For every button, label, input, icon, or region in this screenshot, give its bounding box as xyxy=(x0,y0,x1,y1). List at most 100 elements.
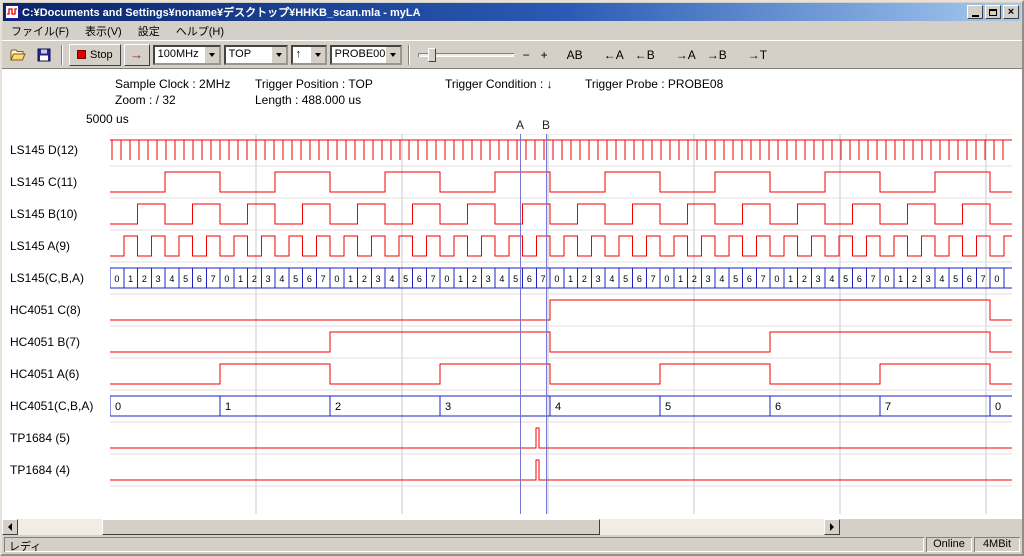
zoom-out-button[interactable]: − xyxy=(519,44,534,66)
minimize-button[interactable] xyxy=(967,5,983,19)
channel-label: LS145 B(10) xyxy=(10,207,77,221)
goto-trigger-button[interactable]: →T xyxy=(744,44,771,66)
channel-label: LS145 C(11) xyxy=(10,175,77,189)
channel-label: TP1684 (4) xyxy=(10,463,70,477)
svg-text:2: 2 xyxy=(335,401,341,413)
sample-clock-value: 100MHz xyxy=(155,47,204,63)
svg-text:5: 5 xyxy=(623,274,628,284)
menu-help[interactable]: ヘルプ(H) xyxy=(168,21,232,41)
dropdown-button[interactable] xyxy=(385,47,400,63)
minimize-icon xyxy=(972,15,979,17)
dropdown-button[interactable] xyxy=(310,47,325,63)
scrollbar-thumb[interactable] xyxy=(102,519,600,535)
stop-label: Stop xyxy=(90,49,113,61)
sample-clock-select[interactable]: 100MHz xyxy=(153,45,221,65)
goto-cursor-b-button[interactable]: ←B xyxy=(631,44,659,66)
channel-label: LS145 A(9) xyxy=(10,239,70,253)
svg-text:4: 4 xyxy=(829,274,834,284)
svg-text:0: 0 xyxy=(114,274,119,284)
svg-text:4: 4 xyxy=(279,274,284,284)
svg-text:7: 7 xyxy=(651,274,656,284)
horizontal-scrollbar[interactable] xyxy=(2,519,840,535)
svg-text:3: 3 xyxy=(445,401,451,413)
svg-text:0: 0 xyxy=(334,274,339,284)
menu-file[interactable]: ファイル(F) xyxy=(3,21,77,41)
svg-text:3: 3 xyxy=(816,274,821,284)
app-window: C:¥Documents and Settings¥noname¥デスクトップ¥… xyxy=(0,0,1024,556)
status-memory: 4MBit xyxy=(974,537,1020,552)
scroll-right-button[interactable] xyxy=(824,519,840,535)
chevron-down-icon xyxy=(276,53,282,60)
cursor-ab-button[interactable]: AB xyxy=(563,44,587,66)
svg-text:0: 0 xyxy=(224,274,229,284)
svg-text:4: 4 xyxy=(169,274,174,284)
svg-text:6: 6 xyxy=(307,274,312,284)
move-cursor-b-button[interactable]: →B xyxy=(703,44,731,66)
svg-text:2: 2 xyxy=(142,274,147,284)
move-cursor-a-button[interactable]: →A xyxy=(672,44,700,66)
channel-label: HC4051(C,B,A) xyxy=(10,399,93,413)
svg-text:1: 1 xyxy=(238,274,243,284)
close-icon: × xyxy=(1008,7,1014,18)
waveform-display[interactable]: 0123456701234567012345670123456701234567… xyxy=(110,134,1012,514)
floppy-disk-icon xyxy=(36,47,52,63)
svg-text:1: 1 xyxy=(678,274,683,284)
menu-settings[interactable]: 設定 xyxy=(130,21,168,41)
svg-text:3: 3 xyxy=(926,274,931,284)
svg-text:2: 2 xyxy=(362,274,367,284)
svg-text:6: 6 xyxy=(527,274,532,284)
cursor-a-line[interactable] xyxy=(520,134,521,514)
time-division-label: 5000 us xyxy=(86,112,129,126)
svg-text:5: 5 xyxy=(293,274,298,284)
titlebar[interactable]: C:¥Documents and Settings¥noname¥デスクトップ¥… xyxy=(3,3,1021,21)
zoom-slider[interactable] xyxy=(416,44,516,66)
svg-text:1: 1 xyxy=(225,401,231,413)
svg-text:7: 7 xyxy=(761,274,766,284)
dropdown-button[interactable] xyxy=(204,47,219,63)
dropdown-button[interactable] xyxy=(271,47,286,63)
folder-open-icon xyxy=(10,47,26,63)
status-online: Online xyxy=(926,537,972,552)
cursor-b-line[interactable] xyxy=(546,134,547,514)
slider-thumb[interactable] xyxy=(428,48,436,62)
run-button[interactable]: → xyxy=(124,44,150,66)
arrow-left-icon xyxy=(8,523,12,531)
trigger-edge-value: ↑ xyxy=(293,47,310,63)
trigger-edge-select[interactable]: ↑ xyxy=(291,45,327,65)
zoom-in-button[interactable]: + xyxy=(537,44,552,66)
svg-text:7: 7 xyxy=(871,274,876,284)
svg-text:1: 1 xyxy=(898,274,903,284)
menubar: ファイル(F) 表示(V) 設定 ヘルプ(H) xyxy=(2,21,1022,40)
svg-text:6: 6 xyxy=(197,274,202,284)
goto-cursor-a-button[interactable]: ←A xyxy=(600,44,628,66)
length-info: Length : 488.000 us xyxy=(255,93,361,107)
maximize-icon xyxy=(989,9,997,16)
open-file-button[interactable] xyxy=(6,44,29,66)
svg-text:2: 2 xyxy=(692,274,697,284)
close-button[interactable]: × xyxy=(1003,5,1019,19)
svg-text:3: 3 xyxy=(376,274,381,284)
scroll-left-button[interactable] xyxy=(2,519,18,535)
trigger-position-select[interactable]: TOP xyxy=(224,45,288,65)
svg-text:2: 2 xyxy=(582,274,587,284)
svg-text:1: 1 xyxy=(788,274,793,284)
toolbar-separator xyxy=(408,45,410,65)
channel-label: HC4051 C(8) xyxy=(10,303,81,317)
svg-text:1: 1 xyxy=(568,274,573,284)
menu-view[interactable]: 表示(V) xyxy=(77,21,130,41)
svg-text:7: 7 xyxy=(541,274,546,284)
svg-text:5: 5 xyxy=(513,274,518,284)
svg-text:7: 7 xyxy=(321,274,326,284)
trigger-condition-info: Trigger Condition : ↓ xyxy=(445,77,553,91)
maximize-button[interactable] xyxy=(985,5,1001,19)
trigger-probe-select[interactable]: PROBE00 xyxy=(330,45,402,65)
svg-text:3: 3 xyxy=(266,274,271,284)
save-button[interactable] xyxy=(32,44,55,66)
svg-text:2: 2 xyxy=(252,274,257,284)
stop-button[interactable]: Stop xyxy=(69,44,121,66)
svg-text:4: 4 xyxy=(939,274,944,284)
channel-label: TP1684 (5) xyxy=(10,431,70,445)
svg-text:0: 0 xyxy=(554,274,559,284)
svg-text:1: 1 xyxy=(128,274,133,284)
svg-text:1: 1 xyxy=(348,274,353,284)
